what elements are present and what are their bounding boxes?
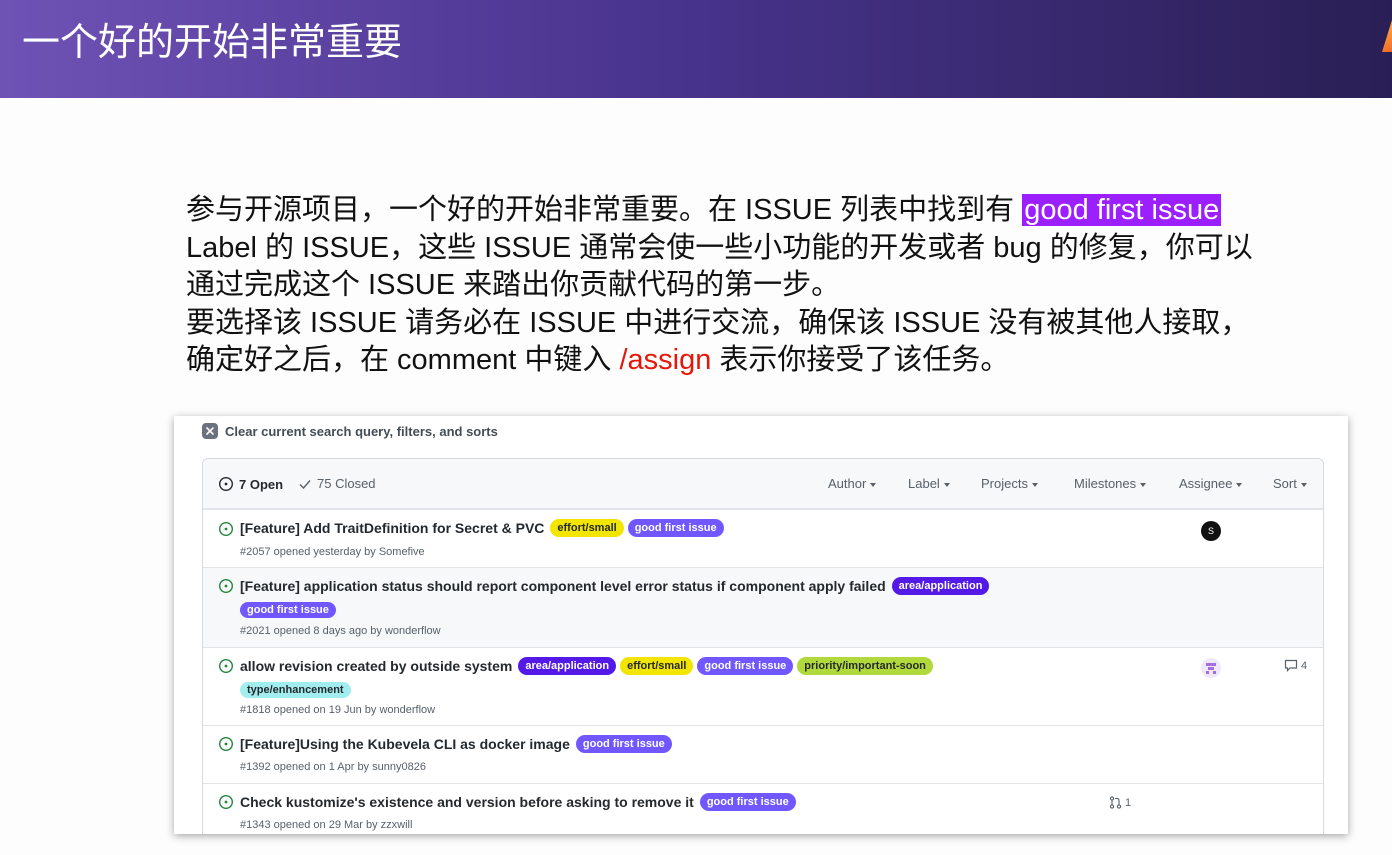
- issue-title[interactable]: [Feature]Using the Kubevela CLI as docke…: [240, 736, 570, 752]
- issue-meta: #1343 opened on 29 Mar by zzxwill: [240, 819, 413, 831]
- issues-screenshot: Clear current search query, filters, and…: [174, 416, 1348, 834]
- assignee-filter-label[interactable]: Assignee: [1179, 476, 1232, 491]
- label-effort-small[interactable]: effort/small: [620, 657, 694, 675]
- issue-labels-wrap: type/enhancement: [240, 680, 351, 698]
- clear-filters-label[interactable]: Clear current search query, filters, and…: [225, 424, 498, 439]
- issue-meta: #1392 opened on 1 Apr by sunny0826: [240, 761, 426, 773]
- issue-title-line: Check kustomize's existence and version …: [240, 793, 796, 811]
- label-filter[interactable]: Label: [908, 476, 950, 491]
- issue-title-line: [Feature] Add TraitDefinition for Secret…: [240, 519, 724, 537]
- avatar[interactable]: [1201, 658, 1221, 678]
- label-good-first-issue[interactable]: good first issue: [627, 519, 724, 537]
- open-issues-tab[interactable]: 7 Open: [218, 476, 283, 492]
- linked-prs-count-value[interactable]: 1: [1125, 797, 1131, 809]
- issue-meta: #2057 opened yesterday by Somefive: [240, 546, 425, 558]
- assignee-filter[interactable]: Assignee: [1179, 476, 1243, 491]
- issue-title[interactable]: [Feature] application status should repo…: [240, 578, 886, 594]
- issue-labels-wrap: good first issue: [240, 600, 336, 618]
- avatar[interactable]: S: [1201, 521, 1221, 541]
- intro-line-1: 参与开源项目，一个好的开始非常重要。在 ISSUE 列表中找到有 good fi…: [186, 192, 1356, 230]
- clear-filters-link[interactable]: Clear current search query, filters, and…: [202, 420, 498, 442]
- milestones-filter[interactable]: Milestones: [1074, 476, 1147, 491]
- issue-title-line: allow revision created by outside system…: [240, 657, 933, 675]
- intro-line-5-text-a: 确定好之后，在 comment 中键入: [186, 344, 620, 376]
- highlight-good-first-issue: good first issue: [1022, 194, 1222, 226]
- label-effort-small[interactable]: effort/small: [550, 519, 624, 537]
- label-good-first-issue[interactable]: good first issue: [699, 793, 796, 811]
- intro-line-4: 要选择该 ISSUE 请务必在 ISSUE 中进行交流，确保该 ISSUE 没有…: [186, 306, 1250, 339]
- comment-icon: [1284, 659, 1298, 672]
- linked-prs-count[interactable]: 1: [1109, 796, 1131, 809]
- issue-opened-icon: [218, 736, 234, 752]
- label-priority-important-soon[interactable]: priority/important-soon: [797, 657, 933, 675]
- open-count[interactable]: 7 Open: [239, 477, 283, 492]
- issue-row[interactable]: [Feature] application status should repo…: [203, 567, 1323, 647]
- issue-title-line: [Feature] application status should repo…: [240, 577, 990, 595]
- check-icon: [299, 479, 311, 489]
- closed-issues-tab[interactable]: 75 Closed: [298, 476, 376, 491]
- identicon-icon: [1206, 663, 1216, 674]
- closed-count[interactable]: 75 Closed: [317, 476, 376, 491]
- issue-list-header: 7 Open 75 Closed Author Label Projects M…: [203, 459, 1323, 509]
- issue-title[interactable]: [Feature] Add TraitDefinition for Secret…: [240, 520, 544, 536]
- caret-down-icon: [1140, 482, 1147, 487]
- label-good-first-issue[interactable]: good first issue: [240, 602, 336, 618]
- issue-row[interactable]: [Feature] Add TraitDefinition for Secret…: [203, 509, 1323, 567]
- issue-opened-icon: [218, 658, 234, 674]
- label-area-application[interactable]: area/application: [891, 577, 990, 595]
- caret-down-icon: [943, 482, 950, 487]
- caret-down-icon: [870, 482, 877, 487]
- intro-text: 参与开源项目，一个好的开始非常重要。在 ISSUE 列表中找到有 good fi…: [186, 192, 1356, 380]
- intro-line-5: 确定好之后，在 comment 中键入 /assign 表示你接受了该任务。: [186, 342, 1356, 380]
- caret-down-icon: [1031, 482, 1038, 487]
- projects-filter-label[interactable]: Projects: [981, 476, 1028, 491]
- slide-title: 一个好的开始非常重要: [22, 20, 403, 64]
- issue-list: 7 Open 75 Closed Author Label Projects M…: [202, 458, 1324, 834]
- projects-filter[interactable]: Projects: [981, 476, 1038, 491]
- issue-opened-icon: [218, 578, 234, 594]
- assign-command: /assign: [619, 344, 712, 376]
- title-banner: 一个好的开始非常重要: [0, 0, 1392, 98]
- intro-line-1-text: 参与开源项目，一个好的开始非常重要。在 ISSUE 列表中找到有: [186, 194, 1023, 226]
- issue-title[interactable]: allow revision created by outside system: [240, 658, 512, 674]
- close-icon[interactable]: [202, 423, 218, 439]
- intro-line-3: 通过完成这个 ISSUE 来踏出你贡献代码的第一步。: [186, 269, 841, 301]
- sort-filter-label[interactable]: Sort: [1273, 476, 1297, 491]
- comments-count[interactable]: 4: [1284, 659, 1307, 672]
- caret-down-icon: [1236, 482, 1243, 487]
- label-good-first-issue[interactable]: good first issue: [697, 657, 794, 675]
- issue-opened-icon: [218, 476, 234, 492]
- issue-opened-icon: [218, 521, 234, 537]
- comments-count-value[interactable]: 4: [1301, 660, 1307, 672]
- pull-request-icon: [1109, 796, 1122, 809]
- issue-row[interactable]: Check kustomize's existence and version …: [203, 783, 1323, 834]
- intro-line-2: Label 的 ISSUE，这些 ISSUE 通常会使一些小功能的开发或者 bu…: [186, 231, 1253, 264]
- corner-decoration: [1382, 20, 1392, 52]
- issue-opened-icon: [218, 794, 234, 810]
- label-good-first-issue[interactable]: good first issue: [575, 735, 672, 753]
- author-filter[interactable]: Author: [828, 476, 877, 491]
- author-filter-label[interactable]: Author: [828, 476, 866, 491]
- milestones-filter-label[interactable]: Milestones: [1074, 476, 1136, 491]
- label-area-application[interactable]: area/application: [518, 657, 617, 675]
- issue-meta: #1818 opened on 19 Jun by wonderflow: [240, 704, 436, 716]
- issue-title[interactable]: Check kustomize's existence and version …: [240, 794, 694, 810]
- issue-meta: #2021 opened 8 days ago by wonderflow: [240, 625, 441, 637]
- label-type-enhancement[interactable]: type/enhancement: [240, 682, 351, 698]
- sort-filter[interactable]: Sort: [1273, 476, 1307, 491]
- intro-line-5-text-b: 表示你接受了该任务。: [711, 344, 1010, 376]
- issue-row[interactable]: [Feature]Using the Kubevela CLI as docke…: [203, 725, 1323, 783]
- label-filter-label[interactable]: Label: [908, 476, 940, 491]
- issue-title-line: [Feature]Using the Kubevela CLI as docke…: [240, 735, 672, 753]
- issue-row[interactable]: allow revision created by outside system…: [203, 647, 1323, 725]
- caret-down-icon: [1300, 482, 1307, 487]
